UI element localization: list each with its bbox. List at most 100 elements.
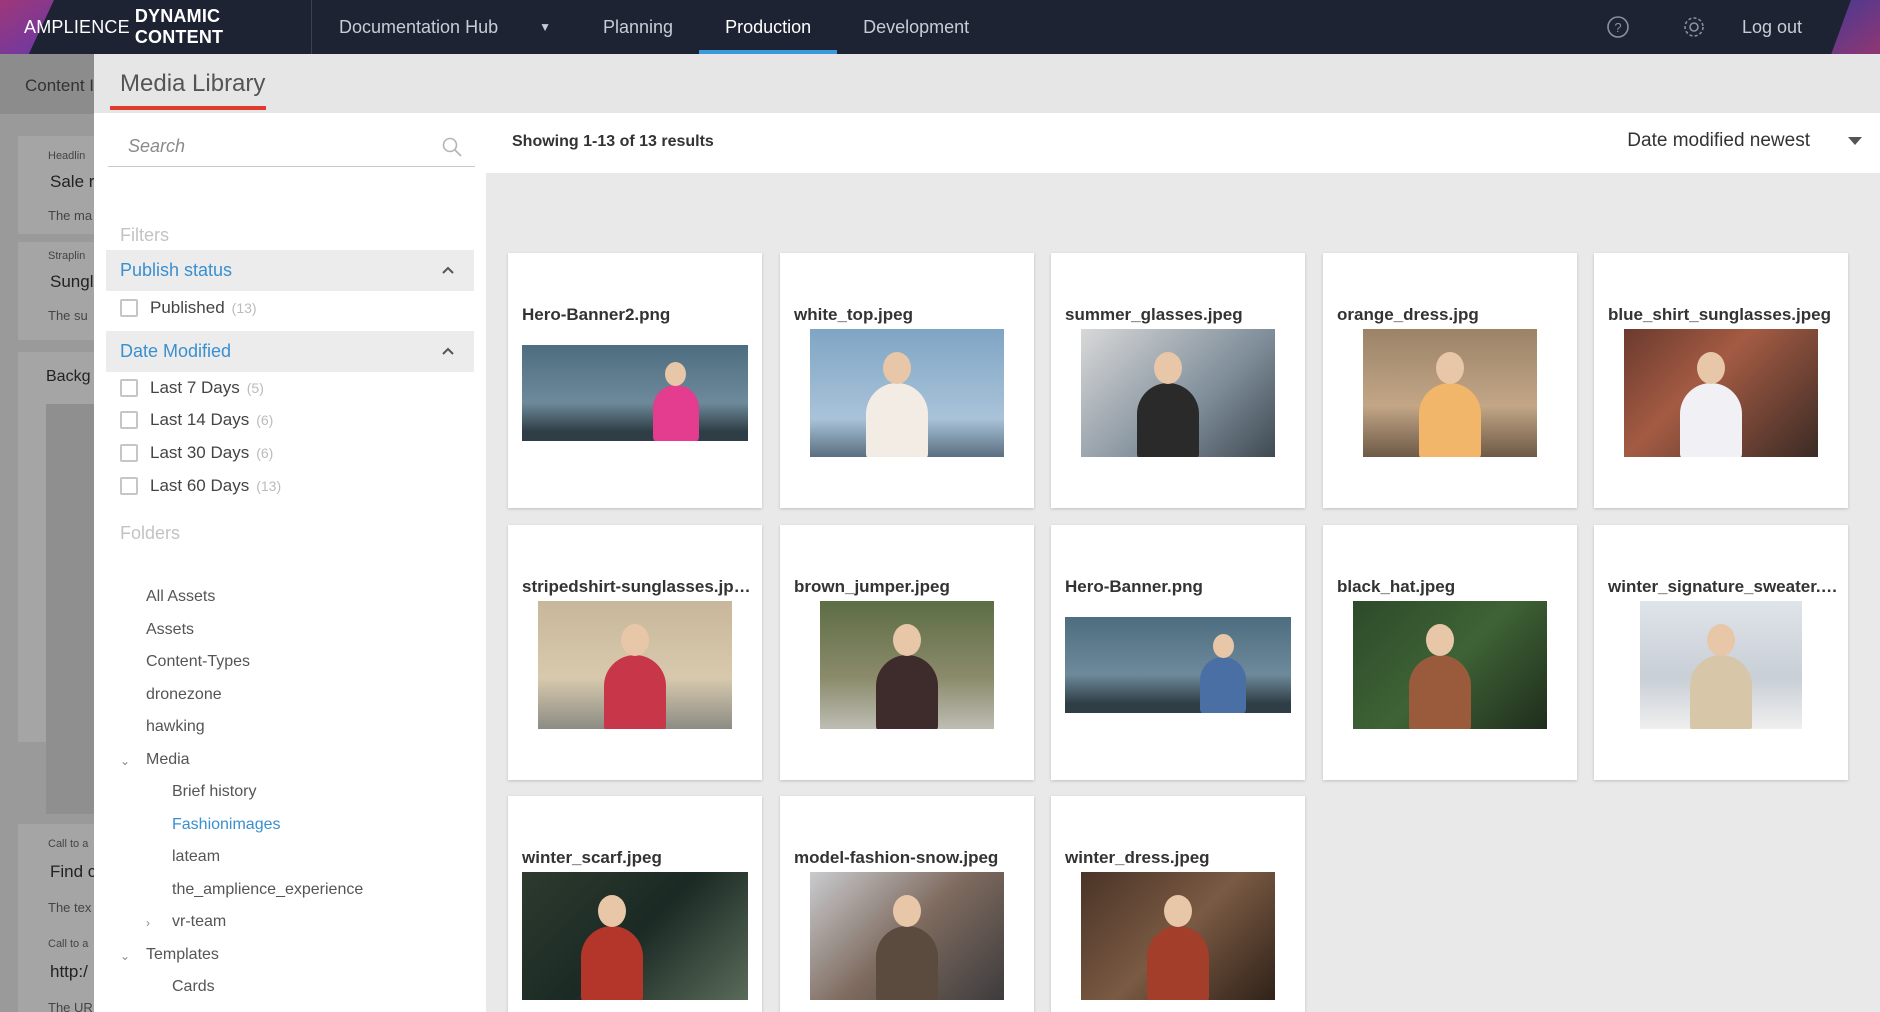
hub-dropdown-caret-icon: ▼ [539, 20, 551, 34]
asset-card[interactable]: stripedshirt-sunglasses.jpeg [508, 525, 762, 780]
tab-planning[interactable]: Planning [577, 0, 699, 54]
thumbnail-figure-body [1137, 383, 1199, 457]
thumbnail-figure-head [1707, 624, 1735, 656]
asset-thumbnail[interactable] [522, 872, 748, 1000]
asset-thumbnail[interactable] [1353, 601, 1547, 729]
asset-card[interactable]: winter_signature_sweater.jpeg [1594, 525, 1848, 780]
folder-item[interactable]: vr-team [172, 913, 226, 931]
results-count: Showing 1-13 of 13 results [512, 133, 714, 150]
asset-thumbnail[interactable] [810, 872, 1004, 1000]
sort-select[interactable]: Date modified newest [1627, 130, 1810, 152]
brand-logo[interactable]: AMPLIENCE DYNAMIC CONTENT [0, 0, 312, 54]
chevron-down-icon[interactable]: ⌄ [120, 949, 130, 963]
corner-swoosh-decoration [1820, 0, 1880, 54]
asset-name: brown_jumper.jpeg [794, 577, 950, 596]
brand-name-light: AMPLIENCE [24, 16, 130, 37]
bg-field-label: Backg [46, 368, 91, 385]
asset-thumbnail[interactable] [1081, 329, 1275, 457]
checkbox[interactable] [120, 444, 138, 462]
checkbox[interactable] [120, 411, 138, 429]
thumbnail-figure-body [876, 926, 938, 1000]
bg-field-value: Find c [50, 862, 94, 881]
checkbox[interactable] [120, 379, 138, 397]
folder-item[interactable]: Fashionimages [172, 816, 281, 834]
thumbnail-figure-head [665, 362, 686, 386]
option-count: (13) [231, 300, 257, 316]
filter-option-published[interactable]: Published (13) [120, 298, 257, 318]
publish-status-title: Publish status [120, 260, 233, 280]
tab-development[interactable]: Development [837, 0, 995, 54]
folder-item[interactable]: Brief history [172, 783, 256, 801]
asset-thumbnail[interactable] [538, 601, 732, 729]
asset-card[interactable]: black_hat.jpeg [1323, 525, 1577, 780]
asset-name: black_hat.jpeg [1337, 577, 1456, 596]
filter-option-last-60-days[interactable]: Last 60 Days (13) [120, 476, 281, 496]
folder-item[interactable]: All Assets [146, 588, 215, 606]
filter-option-last-14-days[interactable]: Last 14 Days (6) [120, 410, 273, 430]
asset-thumbnail[interactable] [1640, 601, 1802, 729]
asset-card[interactable]: winter_dress.jpeg [1051, 796, 1305, 1012]
asset-thumbnail[interactable] [1363, 329, 1537, 457]
asset-card[interactable]: Hero-Banner.png [1051, 525, 1305, 780]
date-modified-title: Date Modified [120, 341, 232, 361]
folder-item[interactable]: dronezone [146, 686, 222, 704]
asset-card[interactable]: blue_shirt_sunglasses.jpeg [1594, 253, 1848, 508]
chevron-right-icon[interactable]: › [146, 916, 150, 930]
asset-card[interactable]: Hero-Banner2.png [508, 253, 762, 508]
asset-card[interactable]: model-fashion-snow.jpeg [780, 796, 1034, 1012]
asset-thumbnail[interactable] [1065, 617, 1291, 713]
chevron-up-icon [442, 266, 454, 274]
tab-production[interactable]: Production [699, 0, 838, 54]
folder-item[interactable]: Cards [172, 978, 215, 996]
chevron-down-icon[interactable]: ⌄ [120, 754, 130, 768]
folder-item[interactable]: Assets [146, 621, 194, 639]
filter-option-last-30-days[interactable]: Last 30 Days (6) [120, 443, 273, 463]
folder-item[interactable]: Media [146, 751, 190, 769]
asset-name: winter_scarf.jpeg [522, 848, 662, 867]
gear-icon[interactable] [1682, 15, 1706, 39]
logout-link[interactable]: Log out [1742, 17, 1802, 38]
checkbox[interactable] [120, 299, 138, 317]
thumbnail-figure-head [1697, 352, 1725, 384]
asset-thumbnail[interactable] [820, 601, 994, 729]
checkbox[interactable] [120, 477, 138, 495]
asset-card[interactable]: white_top.jpeg [780, 253, 1034, 508]
asset-card[interactable]: summer_glasses.jpeg [1051, 253, 1305, 508]
thumbnail-figure-body [1680, 383, 1742, 457]
asset-thumbnail[interactable] [1081, 872, 1275, 1000]
option-label: Published [150, 298, 225, 317]
asset-thumbnail[interactable] [522, 345, 748, 441]
sort-caret-icon[interactable] [1848, 137, 1862, 145]
thumbnail-figure-head [1154, 352, 1182, 384]
thumbnail-figure-body [1419, 383, 1481, 457]
asset-thumbnail[interactable] [810, 329, 1004, 457]
tab-label: Planning [603, 16, 674, 37]
folder-item[interactable]: lateam [172, 848, 220, 866]
thumbnail-figure-head [1426, 624, 1454, 656]
folder-item[interactable]: Content-Types [146, 653, 250, 671]
asset-card[interactable]: brown_jumper.jpeg [780, 525, 1034, 780]
option-label: Last 14 Days [150, 410, 250, 429]
asset-name: blue_shirt_sunglasses.jpeg [1608, 305, 1831, 324]
date-modified-header[interactable]: Date Modified [106, 331, 474, 372]
thumbnail-figure-body [1147, 926, 1209, 1000]
thumbnail-figure-body [581, 926, 643, 1000]
hub-selector[interactable]: Documentation Hub ▼ [312, 0, 577, 54]
search-icon[interactable] [441, 136, 463, 158]
asset-card[interactable]: winter_scarf.jpeg [508, 796, 762, 1012]
search-box [108, 127, 475, 167]
folder-item[interactable]: the_amplience_experience [172, 881, 363, 899]
search-input[interactable] [108, 127, 428, 165]
bg-editor-title: Content I [25, 76, 94, 95]
bg-field-help: The ma [48, 208, 93, 223]
option-count: (13) [256, 478, 282, 494]
asset-thumbnail[interactable] [1624, 329, 1818, 457]
folder-item[interactable]: hawking [146, 718, 205, 736]
option-label: Last 60 Days [150, 476, 250, 495]
option-count: (6) [256, 445, 274, 461]
publish-status-header[interactable]: Publish status [106, 250, 474, 291]
folder-item[interactable]: Templates [146, 946, 219, 964]
help-icon[interactable]: ? [1606, 15, 1630, 39]
filter-option-last-7-days[interactable]: Last 7 Days (5) [120, 378, 264, 398]
asset-card[interactable]: orange_dress.jpg [1323, 253, 1577, 508]
